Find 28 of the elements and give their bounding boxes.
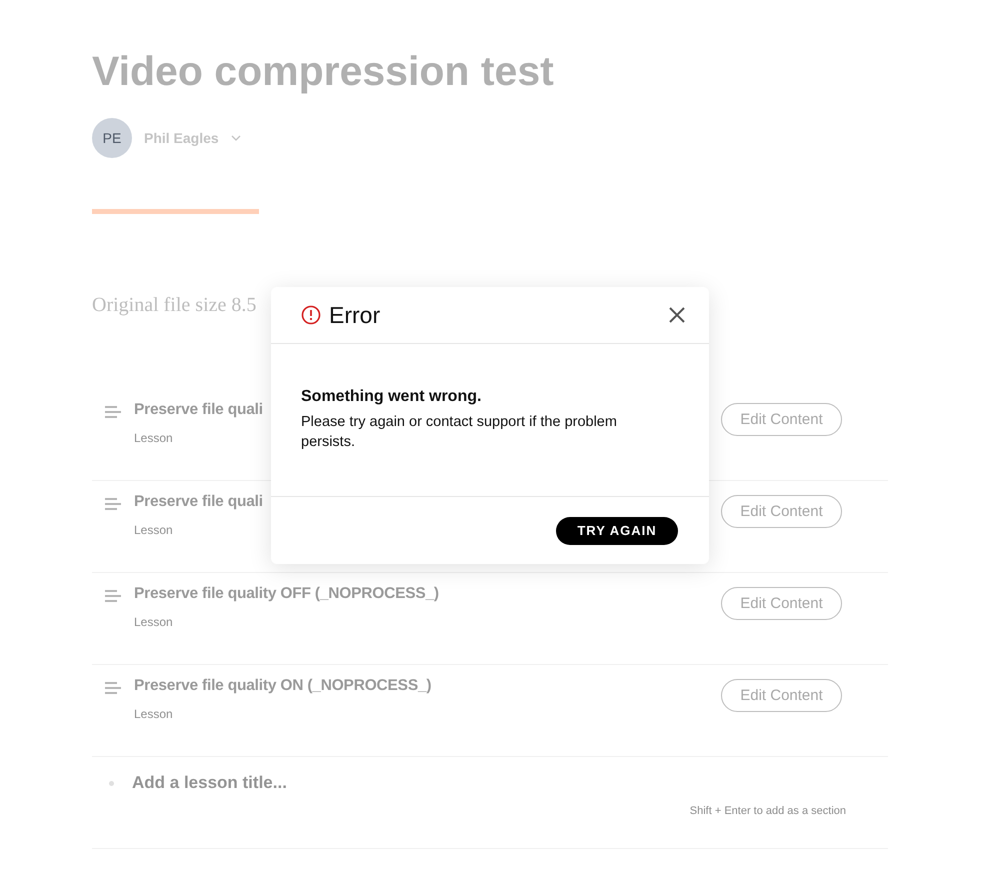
- lesson-type: Lesson: [134, 707, 173, 721]
- lines-icon: [104, 497, 122, 511]
- avatar: PE: [92, 118, 132, 158]
- bullet-icon: [109, 780, 114, 786]
- lesson-type: Lesson: [134, 523, 173, 537]
- author-name[interactable]: Phil Eagles: [144, 130, 219, 146]
- lesson-title[interactable]: Preserve file quality ON (_NOPROCESS_): [134, 677, 432, 695]
- error-message: Please try again or contact support if the problem persists.: [301, 413, 618, 452]
- lines-icon: [104, 405, 122, 419]
- error-heading: Something went wrong.: [301, 388, 482, 406]
- lesson-title[interactable]: Preserve file quali: [134, 401, 263, 419]
- description: Original file size 8.5: [92, 294, 256, 317]
- lines-icon: [104, 681, 122, 695]
- close-button[interactable]: [667, 305, 687, 325]
- lesson-title[interactable]: Preserve file quali: [134, 493, 263, 511]
- hint-text: Shift + Enter to add as a section: [690, 805, 846, 817]
- edit-content-button[interactable]: Edit Content: [721, 587, 842, 620]
- dialog-title: Error: [329, 302, 382, 328]
- edit-content-button[interactable]: Edit Content: [721, 495, 842, 528]
- try-again-button[interactable]: TRY AGAIN: [556, 516, 678, 544]
- lesson-title[interactable]: Preserve file quality OFF (_NOPROCESS_): [134, 585, 439, 603]
- edit-content-button[interactable]: Edit Content: [721, 403, 842, 436]
- course-title: Video compression test: [92, 47, 554, 96]
- alert-icon: [301, 305, 321, 325]
- edit-content-button[interactable]: Edit Content: [721, 679, 842, 712]
- lesson-type: Lesson: [134, 615, 173, 629]
- lines-icon: [104, 589, 122, 603]
- lesson-type: Lesson: [134, 431, 173, 445]
